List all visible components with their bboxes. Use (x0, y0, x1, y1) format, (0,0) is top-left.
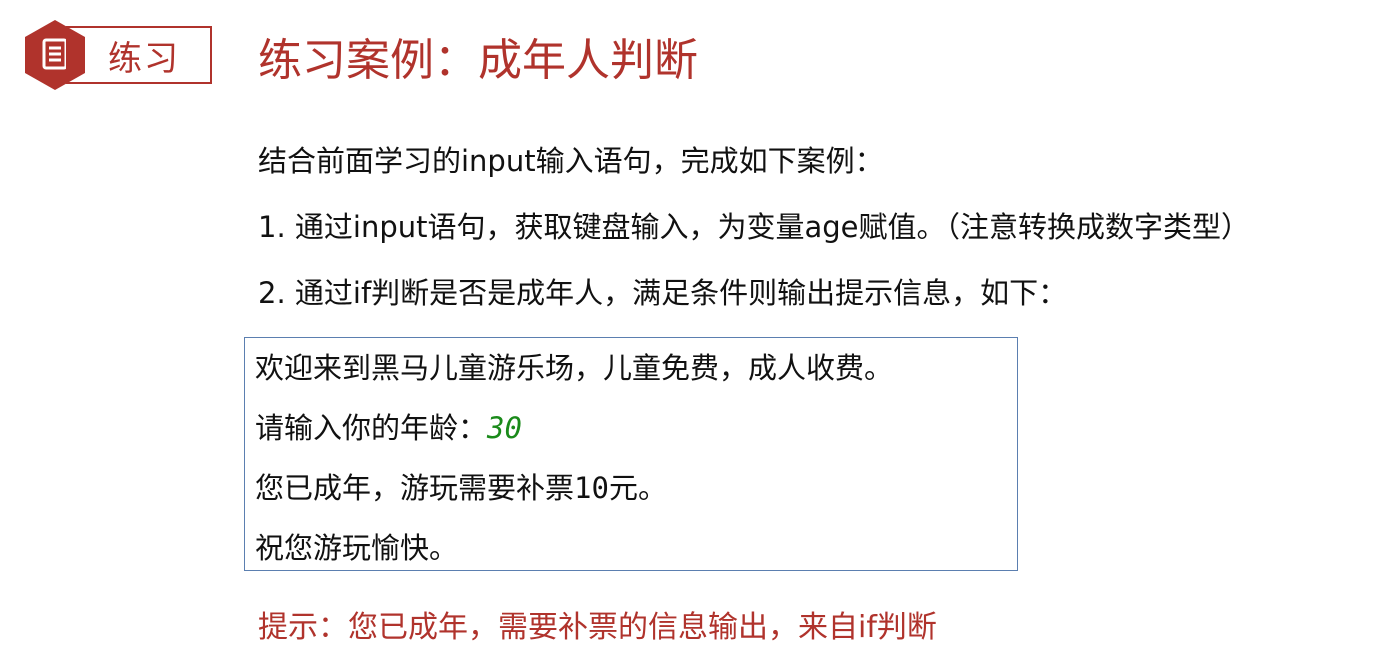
console-line-adult-message: 您已成年，游玩需要补票10元。 (255, 462, 1017, 522)
instruction-step-2: 2. 通过if判断是否是成年人，满足条件则输出提示信息，如下： (258, 276, 1068, 310)
adult-message-prefix: 您已成年，游玩需要补票 (255, 471, 575, 505)
instruction-step-1: 1. 通过input语句，获取键盘输入，为变量age赋值。（注意转换成数字类型） (258, 210, 1251, 244)
badge-label-box: 练习 (66, 26, 212, 84)
age-prompt-text: 请输入你的年龄： (255, 411, 488, 445)
badge-label: 练习 (108, 38, 180, 79)
page-title: 练习案例：成年人判断 (258, 35, 698, 86)
console-line-farewell: 祝您游玩愉快。 (255, 531, 459, 565)
hint-text: 提示：您已成年，需要补票的信息输出，来自if判断 (258, 610, 937, 645)
ticket-price: 10 (574, 471, 609, 505)
exercise-badge: 练习 (22, 18, 214, 90)
console-line-age-prompt: 请输入你的年龄：30 (255, 402, 1017, 462)
console-line-welcome: 欢迎来到黑马儿童游乐场，儿童免费，成人收费。 (255, 351, 894, 385)
instruction-intro: 结合前面学习的input输入语句，完成如下案例： (258, 144, 884, 178)
console-output-box: 欢迎来到黑马儿童游乐场，儿童免费，成人收费。 请输入你的年龄：30 您已成年，游… (244, 337, 1018, 571)
adult-message-suffix: 元。 (608, 471, 667, 505)
age-input-value: 30 (487, 411, 522, 445)
